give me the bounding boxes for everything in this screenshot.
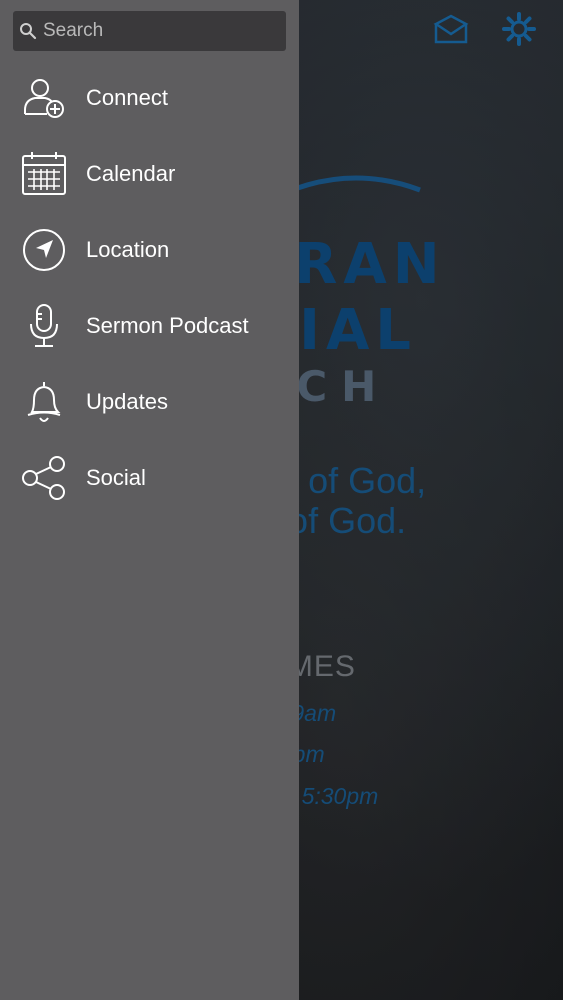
calendar-icon (20, 150, 68, 198)
search-icon (20, 23, 37, 40)
menu-item-label: Connect (86, 85, 168, 110)
menu-item-connect[interactable]: Connect (0, 60, 299, 136)
share-icon (20, 454, 68, 502)
microphone-icon (20, 302, 68, 350)
bell-icon (20, 378, 68, 426)
menu-item-sermon-podcast[interactable]: Sermon Podcast (0, 288, 299, 364)
navigation-arrow-icon (20, 226, 68, 274)
menu-item-label: Updates (86, 389, 168, 414)
menu-item-location[interactable]: Location (0, 212, 299, 288)
menu-item-label: Social (86, 465, 146, 490)
search-input[interactable] (41, 19, 275, 43)
menu-item-label: Location (86, 237, 170, 262)
drawer-menu: Connect Calendar Location Sermon Podcast… (0, 60, 299, 516)
navigation-drawer: Connect Calendar Location Sermon Podcast… (0, 0, 299, 1000)
menu-item-social[interactable]: Social (0, 440, 299, 516)
menu-item-updates[interactable]: Updates (0, 364, 299, 440)
search-bar[interactable] (13, 11, 286, 51)
menu-item-label: Sermon Podcast (86, 313, 249, 338)
menu-item-calendar[interactable]: Calendar (0, 136, 299, 212)
menu-item-label: Calendar (86, 161, 176, 186)
person-add-icon (20, 74, 68, 122)
